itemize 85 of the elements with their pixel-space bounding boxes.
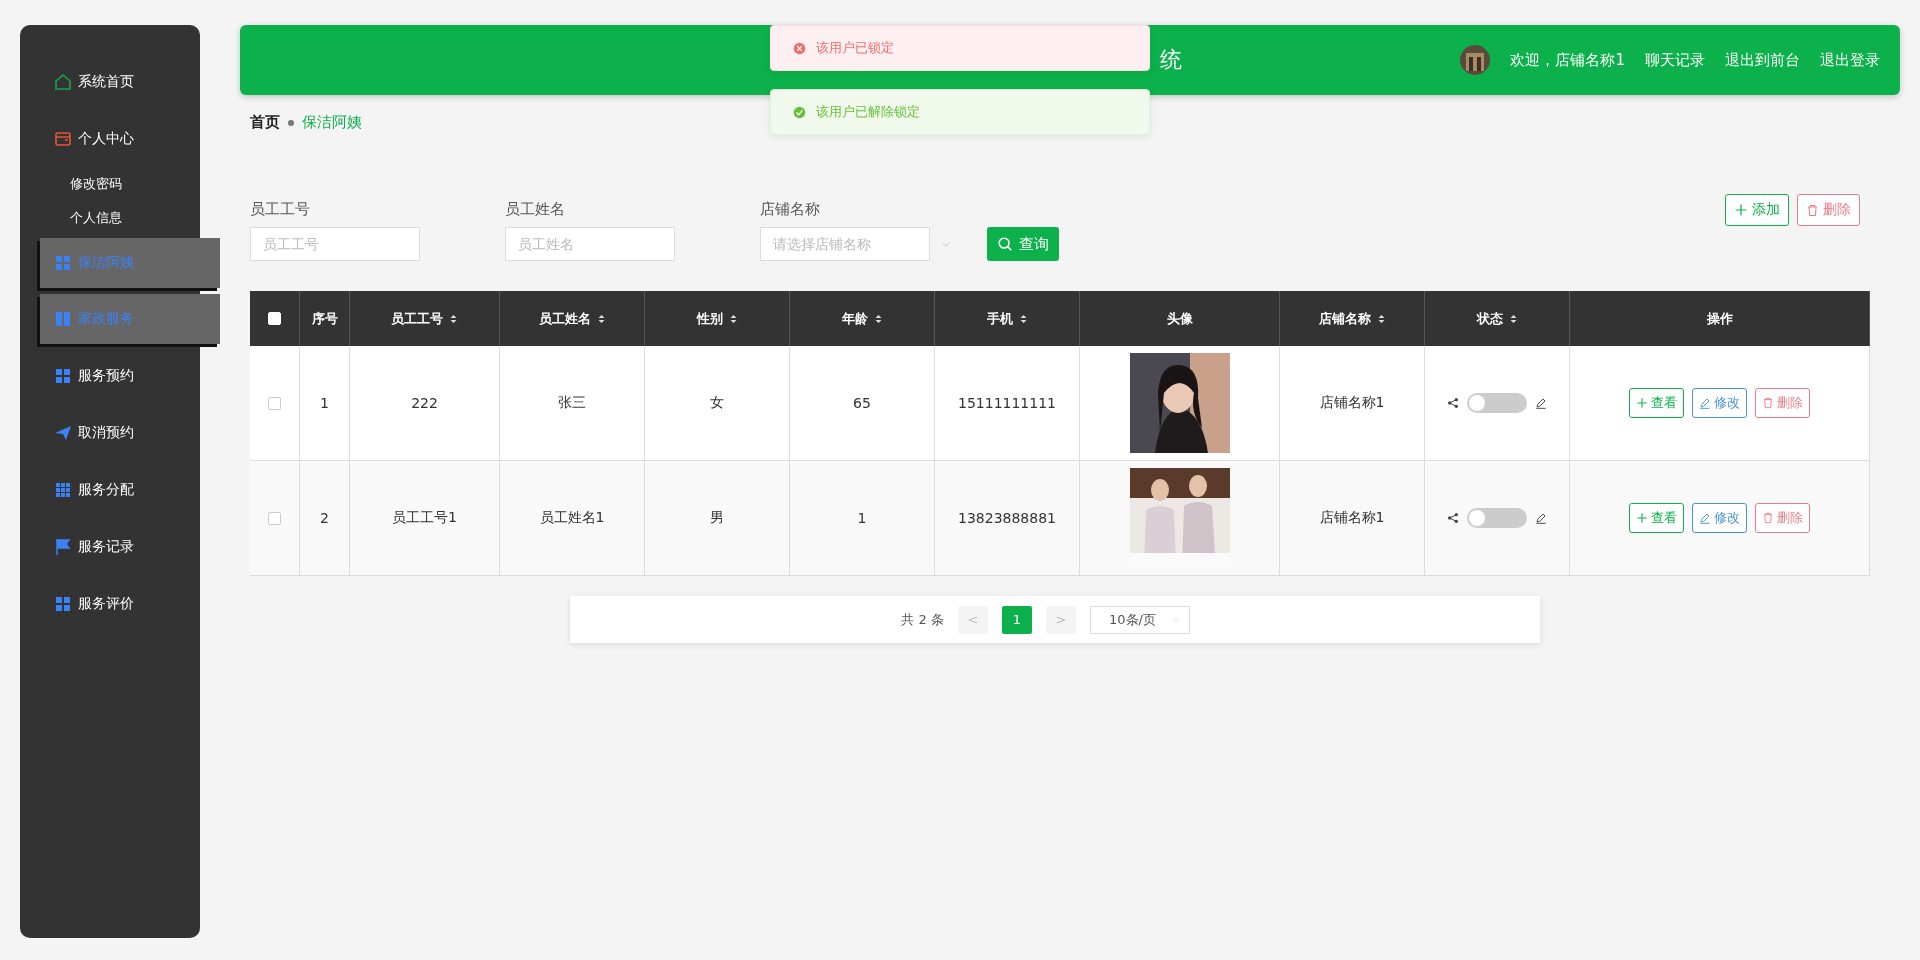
separator-dot <box>288 119 294 126</box>
check-icon <box>793 105 806 119</box>
paper-plane-icon <box>54 423 72 442</box>
table-cell: 65 <box>790 346 935 461</box>
grid-icon <box>54 480 72 499</box>
table-cell: 15111111111 <box>935 346 1080 461</box>
sidebar-item[interactable]: 系统首页 <box>20 53 200 110</box>
column-header[interactable]: 员工工号 <box>350 291 500 346</box>
edit-button[interactable]: 修改 <box>1692 503 1747 533</box>
sidebar-item[interactable]: 个人中心 <box>20 110 200 167</box>
pencil-icon <box>1535 397 1547 409</box>
total-count: 共 2 条 <box>901 610 944 629</box>
toast-text: 该用户已解除锁定 <box>816 103 920 121</box>
pencil-icon <box>1699 397 1711 409</box>
sidebar-item[interactable]: 服务预约 <box>20 347 200 404</box>
welcome-text: 欢迎，店铺名称1 <box>1510 50 1625 70</box>
field-label: 员工姓名 <box>505 200 566 219</box>
table-cell: 女 <box>645 346 790 461</box>
sort-icon <box>1376 312 1386 325</box>
input-field[interactable]: 员工姓名 <box>505 227 675 261</box>
error-icon <box>793 41 806 55</box>
column-header[interactable]: 状态 <box>1425 291 1570 346</box>
table-cell: 222 <box>350 346 500 461</box>
sidebar-item[interactable]: 取消预约 <box>20 404 200 461</box>
sidebar-item[interactable]: 服务评价 <box>20 575 200 632</box>
sidebar-subitem[interactable]: 修改密码 <box>20 167 200 201</box>
trash-icon <box>1806 203 1819 217</box>
share-icon <box>1447 512 1459 524</box>
column-header[interactable]: 手机 <box>935 291 1080 346</box>
table-cell: 店铺名称1 <box>1280 461 1425 576</box>
toast-text: 该用户已锁定 <box>816 39 894 57</box>
checkbox[interactable] <box>268 511 281 525</box>
share-icon <box>1447 397 1459 409</box>
table-cell: 店铺名称1 <box>1280 346 1425 461</box>
pencil-icon <box>1535 512 1547 524</box>
sort-icon <box>728 312 738 325</box>
table-cell: 员工工号1 <box>350 461 500 576</box>
grid-icon <box>54 366 72 385</box>
table-cell: 2 <box>300 461 350 576</box>
plus-icon <box>1636 512 1648 524</box>
sort-icon <box>449 312 458 325</box>
book-icon <box>54 310 72 328</box>
status-switch[interactable] <box>1467 508 1527 528</box>
sidebar-item[interactable]: 服务记录 <box>20 518 200 575</box>
grid-icon <box>54 254 72 272</box>
breadcrumb-current: 保洁阿姨 <box>302 113 362 132</box>
breadcrumb-link[interactable]: 首页 <box>250 113 280 132</box>
sort-icon <box>873 312 883 325</box>
edit-button[interactable]: 修改 <box>1692 388 1747 418</box>
sidebar-subitem[interactable]: 个人信息 <box>20 201 200 235</box>
column-header[interactable]: 年龄 <box>790 291 935 346</box>
sort-icon <box>596 312 606 325</box>
status-switch[interactable] <box>1467 393 1527 413</box>
column-header: 序号 <box>300 291 350 346</box>
checkbox[interactable] <box>268 396 281 410</box>
field-label: 员工工号 <box>250 200 311 219</box>
header-title: 统 <box>1160 46 1182 74</box>
select-field[interactable]: 请选择店铺名称 <box>760 227 930 261</box>
field-label: 店铺名称 <box>760 200 821 219</box>
table-cell: 1 <box>790 461 935 576</box>
flag-icon <box>54 537 72 556</box>
table-cell: 张三 <box>500 346 645 461</box>
page-size-select[interactable]: 10条/页 <box>1090 605 1190 634</box>
plus-icon <box>1636 397 1648 409</box>
plus-icon <box>1734 203 1748 217</box>
table-cell: 男 <box>645 461 790 576</box>
table-cell: 13823888881 <box>935 461 1080 576</box>
table-cell: 1 <box>300 346 350 461</box>
search-icon <box>997 236 1013 252</box>
home-icon <box>54 72 72 91</box>
pencil-icon <box>1699 512 1711 524</box>
column-header: 头像 <box>1080 291 1280 346</box>
wallet-icon <box>54 129 72 148</box>
column-header[interactable]: 员工姓名 <box>500 291 645 346</box>
sidebar-item[interactable]: 服务分配 <box>20 461 200 518</box>
grid-icon <box>54 594 72 613</box>
trash-icon <box>1762 512 1774 524</box>
column-header: 操作 <box>1570 291 1870 346</box>
sort-icon <box>1018 312 1028 325</box>
input-field[interactable]: 员工工号 <box>250 227 420 261</box>
column-header[interactable]: 性别 <box>645 291 790 346</box>
column-header[interactable]: 店铺名称 <box>1280 291 1425 346</box>
sort-icon <box>1508 312 1518 325</box>
trash-icon <box>1762 397 1774 409</box>
table-cell: 员工姓名1 <box>500 461 645 576</box>
